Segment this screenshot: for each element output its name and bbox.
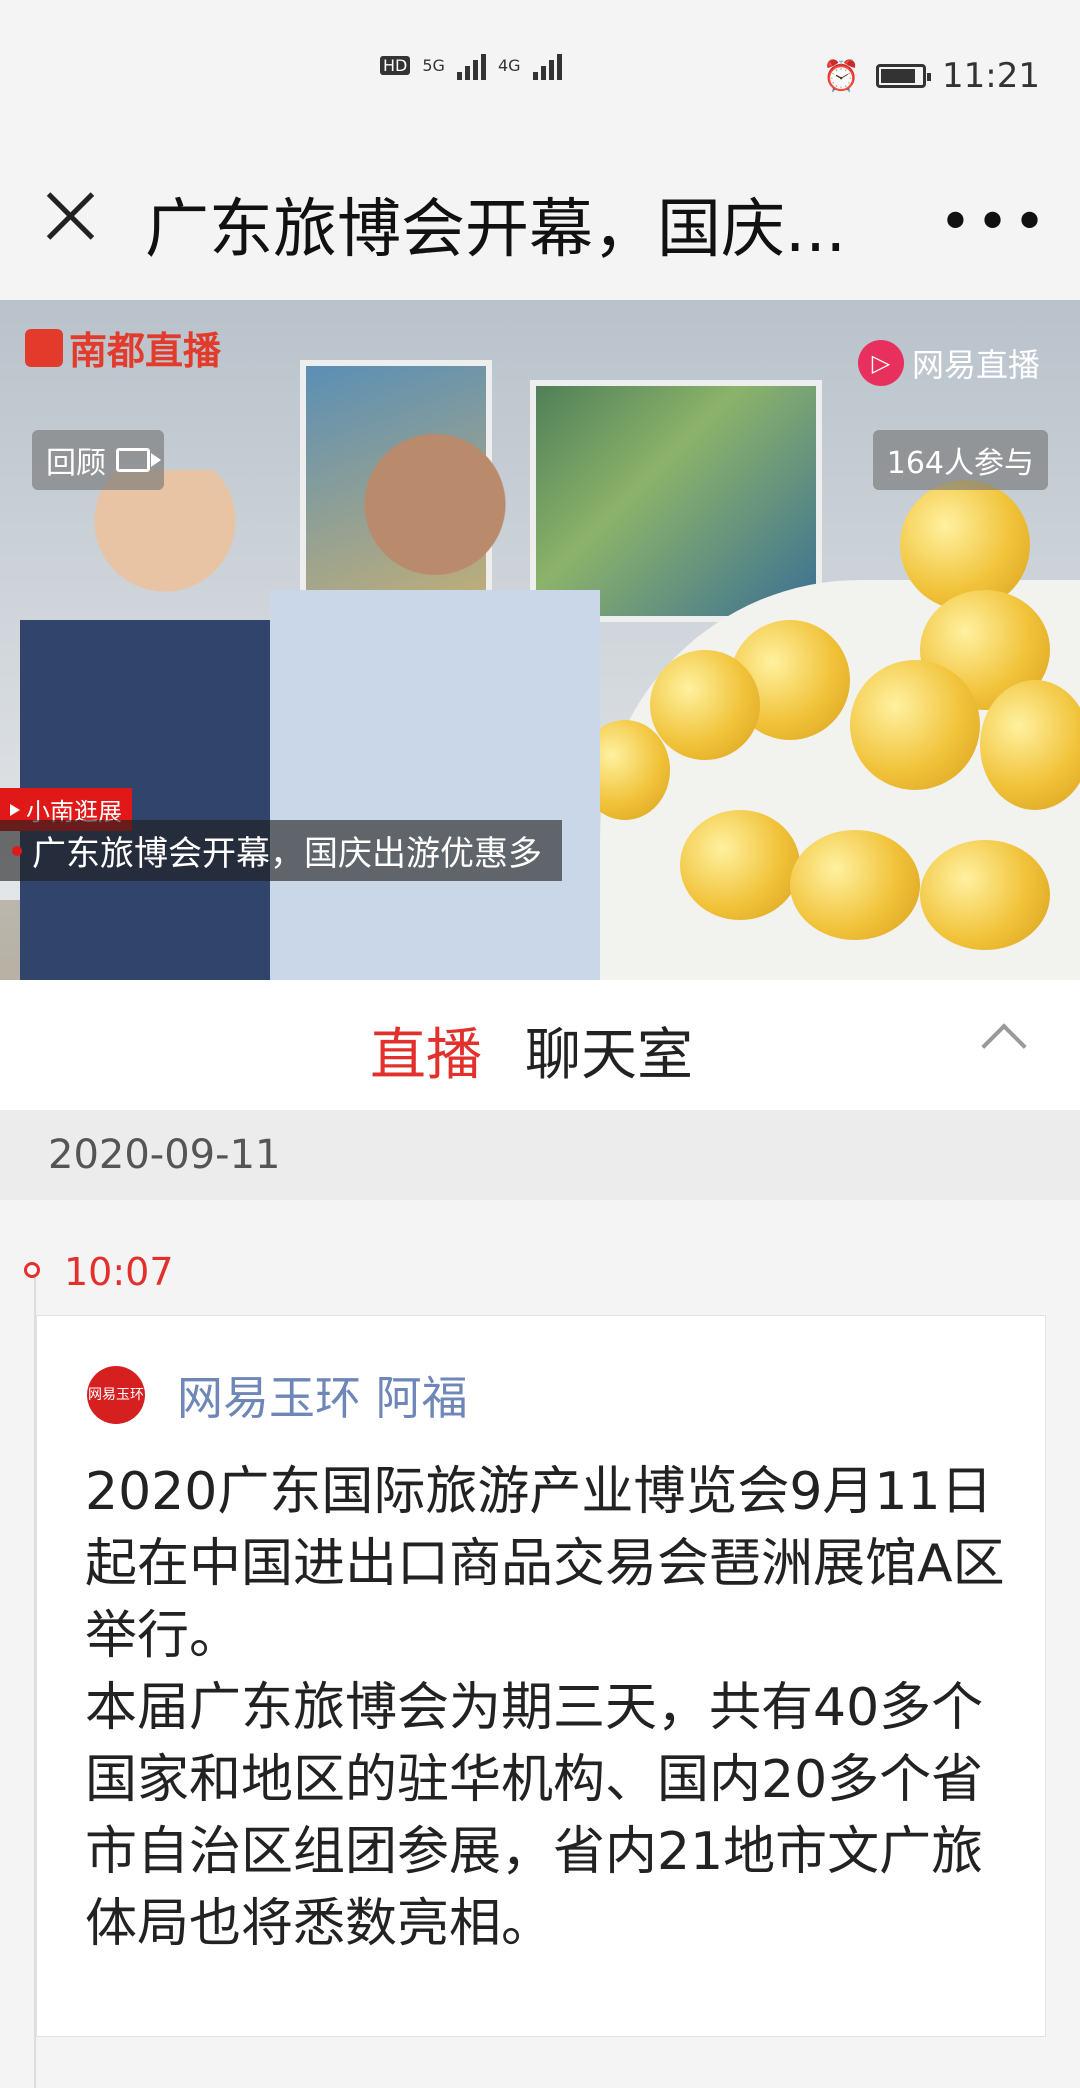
signal-icon [456, 50, 486, 80]
viewer-count-badge: 164人参与 [872, 430, 1048, 490]
sim-hd-icon: HD [380, 55, 411, 75]
post-time: 10:07 [64, 1250, 174, 1294]
video-fruit [920, 840, 1050, 950]
video-player[interactable]: 南都直播 ▷ 网易直播 回顾 164人参与 小南逛展 广东旅博会开幕，国庆出游优… [0, 300, 1080, 980]
title-bar: 广东旅博会开幕，国庆... ••• [0, 160, 1080, 300]
bullet-icon [12, 845, 22, 856]
video-fruit [680, 810, 800, 920]
video-fruit [980, 680, 1080, 810]
network-indicators: HD 5G 4G [380, 50, 562, 80]
page-title: 广东旅博会开幕，国庆... [145, 193, 847, 267]
video-person-interviewee [270, 400, 600, 980]
nandu-logo-label: 南都直播 [69, 329, 222, 373]
video-fruit [850, 660, 980, 790]
status-right: ⏰ 11:21 [823, 56, 1040, 96]
close-icon[interactable] [40, 185, 102, 247]
timeline-dot-icon [24, 1262, 40, 1278]
live-feed: 10:07 网易玉环 网易玉环 阿福 2020广东国际旅游产业博览会9月11日起… [0, 1200, 1080, 2088]
more-options-button[interactable]: ••• [939, 190, 1050, 255]
video-fruit [900, 480, 1030, 610]
net-4g-label: 4G [497, 55, 521, 75]
status-time: 11:21 [942, 56, 1040, 96]
status-bar: HD 5G 4G ⏰ 11:21 [0, 0, 1080, 160]
alarm-icon: ⏰ [822, 58, 861, 94]
nandu-live-logo: 南都直播 [25, 320, 221, 375]
date-divider: 2020-09-11 [0, 1110, 1080, 1200]
chevron-up-icon[interactable] [981, 1023, 1027, 1069]
net-5g-label: 5G [422, 55, 445, 75]
play-icon: ▷ [857, 340, 904, 386]
feed-date: 2020-09-11 [48, 1132, 281, 1178]
post-author[interactable]: 网易玉环 阿福 [177, 1362, 468, 1428]
video-fruit [650, 650, 760, 760]
video-person-interviewer [20, 470, 310, 980]
replay-label: 回顾 [46, 446, 106, 481]
nandu-logo-icon [25, 328, 63, 367]
signal-icon [532, 50, 562, 80]
video-fruit [790, 830, 920, 940]
post-card: 网易玉环 网易玉环 阿福 2020广东国际旅游产业博览会9月11日起在中国进出口… [36, 1315, 1046, 2037]
video-camera-icon [116, 448, 161, 472]
avatar[interactable]: 网易玉环 [87, 1366, 145, 1424]
post-content: 2020广东国际旅游产业博览会9月11日起在中国进出口商品交易会琶洲展馆A区举行… [85, 1462, 1005, 1954]
tab-live[interactable]: 直播 [370, 1010, 482, 1091]
play-triangle-icon [10, 803, 20, 816]
video-caption-text: 广东旅博会开幕，国庆出游优惠多 [32, 834, 542, 874]
netease-live-logo: ▷ 网易直播 [857, 340, 1040, 386]
video-caption: 广东旅博会开幕，国庆出游优惠多 [0, 820, 562, 881]
netease-logo-label: 网易直播 [911, 346, 1040, 384]
tab-bar: 直播 聊天室 [0, 980, 1080, 1110]
tab-chatroom[interactable]: 聊天室 [525, 1010, 693, 1091]
replay-button[interactable]: 回顾 [32, 430, 164, 490]
battery-icon [876, 64, 932, 88]
